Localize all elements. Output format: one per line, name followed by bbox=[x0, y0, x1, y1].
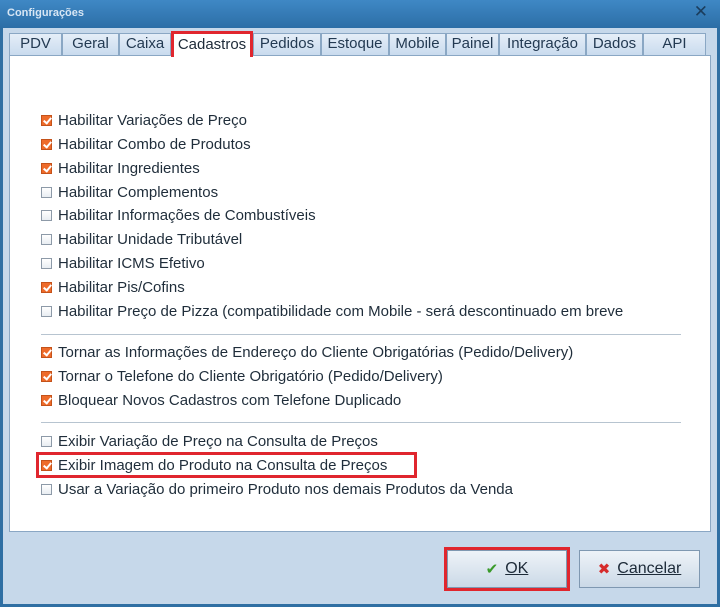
checkbox-label: Habilitar Combo de Produtos bbox=[58, 135, 251, 153]
checkbox-imagem-consulta[interactable]: Exibir Imagem do Produto na Consulta de … bbox=[41, 455, 387, 475]
checkbox-box[interactable] bbox=[41, 459, 52, 471]
checkbox-ingredientes[interactable]: Habilitar Ingredientes bbox=[41, 158, 200, 178]
checkbox-label: Habilitar Preço de Pizza (compatibilidad… bbox=[58, 302, 624, 320]
checkbox-unidade-tributavel[interactable]: Habilitar Unidade Tributável bbox=[41, 229, 242, 249]
checkbox-box[interactable] bbox=[41, 346, 52, 358]
checkbox-box[interactable] bbox=[41, 186, 52, 198]
checkbox-icms-efetivo[interactable]: Habilitar ICMS Efetivo bbox=[41, 253, 205, 273]
tab-dados[interactable]: Dados bbox=[586, 33, 643, 55]
checkbox-box[interactable] bbox=[41, 394, 52, 406]
dialog-body: PDV Geral Caixa Cadastros Pedidos Estoqu… bbox=[3, 28, 717, 604]
tab-pedidos[interactable]: Pedidos bbox=[253, 33, 321, 55]
checkbox-preco-pizza[interactable]: Habilitar Preço de Pizza (compatibilidad… bbox=[41, 301, 623, 321]
checkbox-box[interactable] bbox=[41, 114, 52, 126]
checkbox-box[interactable] bbox=[41, 162, 52, 174]
checkbox-label: Habilitar Variações de Preço bbox=[58, 111, 247, 129]
cancel-button-label: Cancelar bbox=[617, 560, 682, 577]
checkbox-complementos[interactable]: Habilitar Complementos bbox=[41, 182, 218, 202]
check-icon: ✔ bbox=[485, 561, 499, 578]
checkbox-label: Usar a Variação do primeiro Produto nos … bbox=[58, 480, 513, 498]
checkbox-label: Exibir Variação de Preço na Consulta de … bbox=[58, 432, 378, 450]
checkbox-box[interactable] bbox=[41, 209, 52, 221]
settings-dialog: Configurações ✕ PDV Geral Caixa Cadastro… bbox=[0, 0, 720, 607]
checkbox-box[interactable] bbox=[41, 435, 52, 447]
tab-mobile[interactable]: Mobile bbox=[389, 33, 446, 55]
separator bbox=[41, 422, 681, 424]
checkbox-label: Exibir Imagem do Produto na Consulta de … bbox=[58, 456, 388, 474]
checkbox-endereco-obrigatorio[interactable]: Tornar as Informações de Endereço do Cli… bbox=[41, 342, 573, 362]
checkbox-variacao-primeiro-produto[interactable]: Usar a Variação do primeiro Produto nos … bbox=[41, 479, 513, 499]
checkbox-variacoes-preco[interactable]: Habilitar Variações de Preço bbox=[41, 110, 247, 130]
checkbox-label: Habilitar Informações de Combustíveis bbox=[58, 206, 316, 224]
checkbox-box[interactable] bbox=[41, 233, 52, 245]
close-icon[interactable]: ✕ bbox=[694, 2, 708, 22]
checkbox-combustiveis[interactable]: Habilitar Informações de Combustíveis bbox=[41, 205, 316, 225]
checkbox-pis-cofins[interactable]: Habilitar Pis/Cofins bbox=[41, 277, 185, 297]
cancel-button[interactable]: ✖ Cancelar bbox=[579, 550, 700, 588]
x-icon: ✖ bbox=[597, 561, 611, 578]
tab-estoque[interactable]: Estoque bbox=[321, 33, 389, 55]
checkbox-label: Habilitar Ingredientes bbox=[58, 159, 200, 177]
checkbox-telefone-duplicado[interactable]: Bloquear Novos Cadastros com Telefone Du… bbox=[41, 390, 401, 410]
tab-api[interactable]: API bbox=[643, 33, 706, 55]
tab-caixa[interactable]: Caixa bbox=[119, 33, 171, 55]
tab-integracao[interactable]: Integração bbox=[499, 33, 586, 55]
checkbox-box[interactable] bbox=[41, 483, 52, 495]
checkbox-label: Tornar o Telefone do Cliente Obrigatório… bbox=[58, 367, 443, 385]
checkbox-label: Habilitar Unidade Tributável bbox=[58, 230, 243, 248]
tab-geral[interactable]: Geral bbox=[62, 33, 119, 55]
checkbox-label: Habilitar Pis/Cofins bbox=[58, 278, 185, 296]
tab-cadastros[interactable]: Cadastros bbox=[171, 31, 253, 57]
tab-pdv[interactable]: PDV bbox=[9, 33, 62, 55]
cadastros-panel: Habilitar Variações de Preço Habilitar C… bbox=[9, 55, 711, 532]
checkbox-box[interactable] bbox=[41, 257, 52, 269]
ok-button[interactable]: ✔ OK bbox=[444, 547, 570, 591]
window-title: Configurações bbox=[7, 7, 85, 19]
separator bbox=[41, 334, 681, 336]
checkbox-variacao-consulta[interactable]: Exibir Variação de Preço na Consulta de … bbox=[41, 431, 378, 451]
title-bar[interactable]: Configurações ✕ bbox=[0, 0, 720, 28]
checkbox-box[interactable] bbox=[41, 138, 52, 150]
tab-painel[interactable]: Painel bbox=[446, 33, 499, 55]
checkbox-box[interactable] bbox=[41, 281, 52, 293]
ok-button-label: OK bbox=[505, 560, 529, 577]
checkbox-label: Tornar as Informações de Endereço do Cli… bbox=[58, 343, 574, 361]
checkbox-label: Habilitar Complementos bbox=[58, 183, 219, 201]
checkbox-box[interactable] bbox=[41, 370, 52, 382]
checkbox-box[interactable] bbox=[41, 305, 52, 317]
checkbox-telefone-obrigatorio[interactable]: Tornar o Telefone do Cliente Obrigatório… bbox=[41, 366, 443, 386]
checkbox-label: Habilitar ICMS Efetivo bbox=[58, 254, 205, 272]
checkbox-combo-produtos[interactable]: Habilitar Combo de Produtos bbox=[41, 134, 251, 154]
checkbox-label: Bloquear Novos Cadastros com Telefone Du… bbox=[58, 391, 402, 409]
